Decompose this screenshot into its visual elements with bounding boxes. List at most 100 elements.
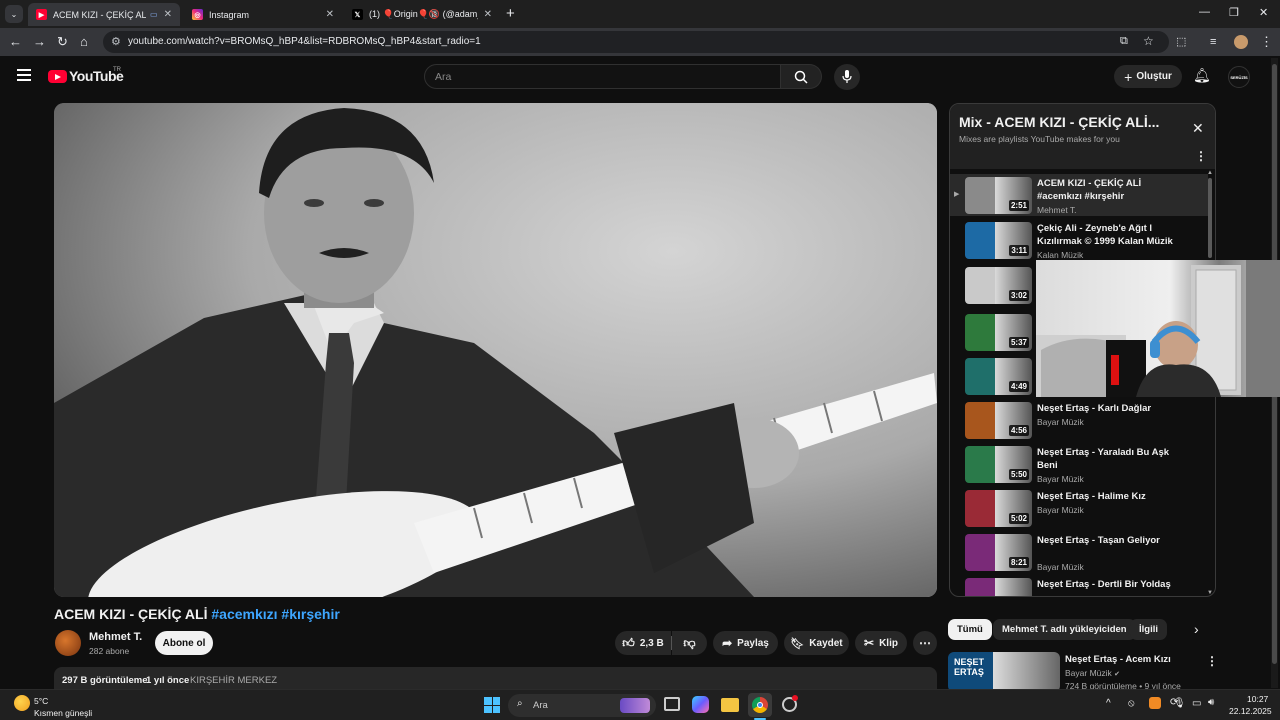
duration-badge: 4:56 — [1008, 425, 1029, 436]
playlist-item[interactable]: 5:50 Neşet Ertaş - Yaraladı Bu Aşk Beni Ba… — [950, 443, 1208, 485]
video-player[interactable] — [54, 103, 937, 597]
playlist-item-thumbnail[interactable]: 2:51 — [965, 177, 1032, 214]
close-tab-icon[interactable]: ✕ — [164, 9, 172, 20]
chip-related[interactable]: İlgili — [1130, 619, 1167, 640]
video-hashtags[interactable]: #acemkızı #kırşehir — [211, 606, 339, 622]
volume-icon[interactable]: 🔊︎ — [1208, 697, 1214, 708]
recommendation-more-icon[interactable]: ⋮ — [1206, 654, 1218, 668]
recommendation-channel[interactable]: Bayar Müzik ✔ — [1065, 668, 1120, 678]
playlist-item[interactable]: 5:02 Neşet Ertaş - Halime Kız Bayar Müzik — [950, 487, 1208, 529]
close-playlist-icon[interactable]: ✕ — [1192, 120, 1204, 137]
upload-age: 1 yıl önce — [146, 675, 190, 686]
clock-time[interactable]: 10:27 — [1247, 694, 1268, 704]
playlist-item[interactable]: Neşet Ertaş - Dertli Bir YoldaşBayar Müz… — [950, 575, 1208, 596]
site-info-icon[interactable]: ⚙ — [111, 35, 121, 48]
chip-from-uploader[interactable]: Mehmet T. adlı yükleyiciden — [993, 619, 1136, 640]
close-window-icon[interactable]: ✕ — [1259, 6, 1268, 19]
thumbs-down-icon: 👎︎ — [683, 635, 696, 650]
channel-name[interactable]: Mehmet T. — [89, 631, 142, 643]
taskbar-search[interactable]: ⌕ Ara — [508, 694, 656, 717]
playlist-item-title[interactable]: Neşet Ertaş - Dertli Bir Yoldaş — [1037, 578, 1177, 591]
playlist-item-title[interactable]: Neşet Ertaş - Karlı Dağlar — [1037, 402, 1177, 415]
playlist-item-title[interactable]: ACEM KIZI - ÇEKİÇ ALİ #acemkızı #kırşehi… — [1037, 177, 1177, 203]
clip-button[interactable]: ✂ Klip — [855, 631, 907, 655]
playlist-item-title[interactable]: Çekiç Ali - Zeyneb'e Ağıt l Kızılırmak ©… — [1037, 222, 1177, 248]
notifications-bell-icon[interactable]: 🔔︎ — [1193, 67, 1211, 84]
playlist-item-title[interactable]: Neşet Ertaş - Yaraladı Bu Aşk Beni — [1037, 446, 1177, 472]
chrome-menu-icon[interactable]: ⋮ — [1260, 34, 1273, 50]
back-icon[interactable]: ← — [9, 34, 22, 50]
extensions-icon[interactable]: ⬚ — [1176, 34, 1186, 50]
playlist-item-thumbnail[interactable]: 8:21 — [965, 534, 1032, 571]
task-view-icon[interactable] — [664, 697, 680, 711]
more-actions-button[interactable]: ⋯ — [913, 631, 937, 655]
playlist-item[interactable]: 3:11 Çekiç Ali - Zeyneb'e Ağıt l Kızılırm… — [950, 219, 1208, 261]
playlist-title[interactable]: Mix - ACEM KIZI - ÇEKİÇ ALİ... — [959, 114, 1159, 130]
search-highlight-icon — [620, 698, 650, 713]
playlist-item-thumbnail[interactable]: 4:56 — [965, 402, 1032, 439]
playlist-item-thumbnail[interactable]: 5:37 — [965, 314, 1032, 351]
playlist-item[interactable]: ▶ 2:51 ACEM KIZI - ÇEKİÇ ALİ #acemkızı #kı… — [950, 174, 1208, 216]
clock-date[interactable]: 22.12.2025 — [1229, 706, 1272, 716]
close-tab-icon[interactable]: ✕ — [484, 9, 492, 20]
playlist-item-thumbnail[interactable]: 3:02 — [965, 267, 1032, 304]
tab-x[interactable]: 𝕏 (1) 🎈Origin🎈🔞 (@adam_ap ✕ — [344, 3, 500, 26]
playlist-item[interactable]: 4:56 Neşet Ertaş - Karlı Dağlar Bayar Müzi… — [950, 399, 1208, 441]
chip-all[interactable]: Tümü — [948, 619, 992, 640]
search-button[interactable] — [781, 64, 822, 89]
playlist-item-thumbnail[interactable]: 5:02 — [965, 490, 1032, 527]
restore-icon[interactable]: ❐ — [1229, 6, 1239, 19]
file-explorer-icon[interactable] — [721, 698, 739, 712]
share-button[interactable]: ➦ Paylaş — [713, 631, 778, 655]
bookmark-star-icon[interactable]: ☆ — [1143, 34, 1154, 48]
playlist-item[interactable]: 8:21 Neşet Ertaş - Taşan Geliyor Bayar Müz… — [950, 531, 1208, 573]
playlist-item-title[interactable]: Neşet Ertaş - Taşan Geliyor — [1037, 534, 1177, 547]
create-button[interactable]: + Oluştur — [1114, 65, 1182, 88]
close-tab-icon[interactable]: ✕ — [326, 9, 334, 20]
channel-avatar[interactable] — [55, 630, 81, 656]
chips-next-icon[interactable]: › — [1194, 621, 1199, 637]
copilot-icon[interactable] — [692, 696, 709, 713]
save-button[interactable]: 🔖︎ Kaydet — [784, 631, 849, 655]
tray-app-icon[interactable] — [1149, 697, 1161, 709]
tab-youtube[interactable]: ▶ ACEM KIZI - ÇEKİÇ ALİ #ace ▭ ✕ — [28, 3, 180, 26]
playlist-item-thumbnail[interactable] — [965, 578, 1032, 596]
search-input[interactable]: Ara — [424, 64, 781, 89]
voice-search-button[interactable] — [834, 64, 860, 90]
reload-icon[interactable]: ↻ — [57, 34, 68, 50]
media-control-icon[interactable]: ≡ — [1210, 34, 1216, 50]
location-tag[interactable]: KIRŞEHİR MERKEZ — [190, 675, 277, 686]
recommendation-thumbnail[interactable]: NEŞET ERTAŞ — [948, 652, 1060, 689]
minimize-icon[interactable]: — — [1199, 6, 1210, 18]
weather-widget[interactable]: 5°C Kısmen güneşli — [12, 693, 132, 719]
chrome-taskbar-icon[interactable] — [748, 693, 772, 717]
start-button[interactable] — [484, 697, 500, 713]
profile-avatar-icon[interactable] — [1234, 35, 1248, 49]
subscribe-button[interactable]: Abone ol — [155, 631, 213, 655]
new-tab-button[interactable]: + — [506, 5, 515, 22]
forward-icon[interactable]: → — [33, 34, 46, 50]
playlist-item-title[interactable]: Neşet Ertaş - Halime Kız — [1037, 490, 1177, 503]
playlist-item-thumbnail[interactable]: 4:49 — [965, 358, 1032, 395]
youtube-logo-icon[interactable] — [48, 70, 67, 83]
playlist-item-thumbnail[interactable]: 5:50 — [965, 446, 1032, 483]
recommendation-item[interactable]: NEŞET ERTAŞ Neşet Ertaş - Acem Kızı Baya… — [948, 652, 1218, 689]
home-icon[interactable]: ⌂ — [80, 34, 88, 50]
address-bar[interactable]: ⚙ youtube.com/watch?v=BROMsQ_hBP4&list=R… — [103, 31, 1169, 53]
microphone-tray-icon[interactable]: 🎙︎ — [1173, 698, 1186, 709]
menu-icon[interactable] — [17, 69, 31, 81]
tab-search-button[interactable]: ⌄ — [5, 5, 23, 23]
tray-chevron-icon[interactable]: ^ — [1106, 698, 1111, 709]
account-avatar[interactable]: SERÜZİS — [1228, 66, 1250, 88]
tab-instagram[interactable]: ◎ Instagram ✕ — [184, 3, 342, 26]
install-app-icon[interactable]: ⧉ — [1120, 35, 1128, 48]
network-icon[interactable]: ▭ — [1192, 698, 1201, 709]
tray-icon[interactable]: ⦸ — [1128, 698, 1135, 709]
tab-title: Instagram — [209, 9, 250, 20]
playlist-item-thumbnail[interactable]: 3:11 — [965, 222, 1032, 259]
playlist-more-icon[interactable]: ⋮ — [1195, 149, 1207, 163]
dislike-button[interactable]: 👎︎ — [672, 631, 707, 655]
recommendation-title[interactable]: Neşet Ertaş - Acem Kızı — [1065, 654, 1171, 665]
chip-label: Mehmet T. adlı yükleyiciden — [1002, 624, 1127, 635]
like-button[interactable]: 👍︎ 2,3 B — [615, 631, 671, 655]
